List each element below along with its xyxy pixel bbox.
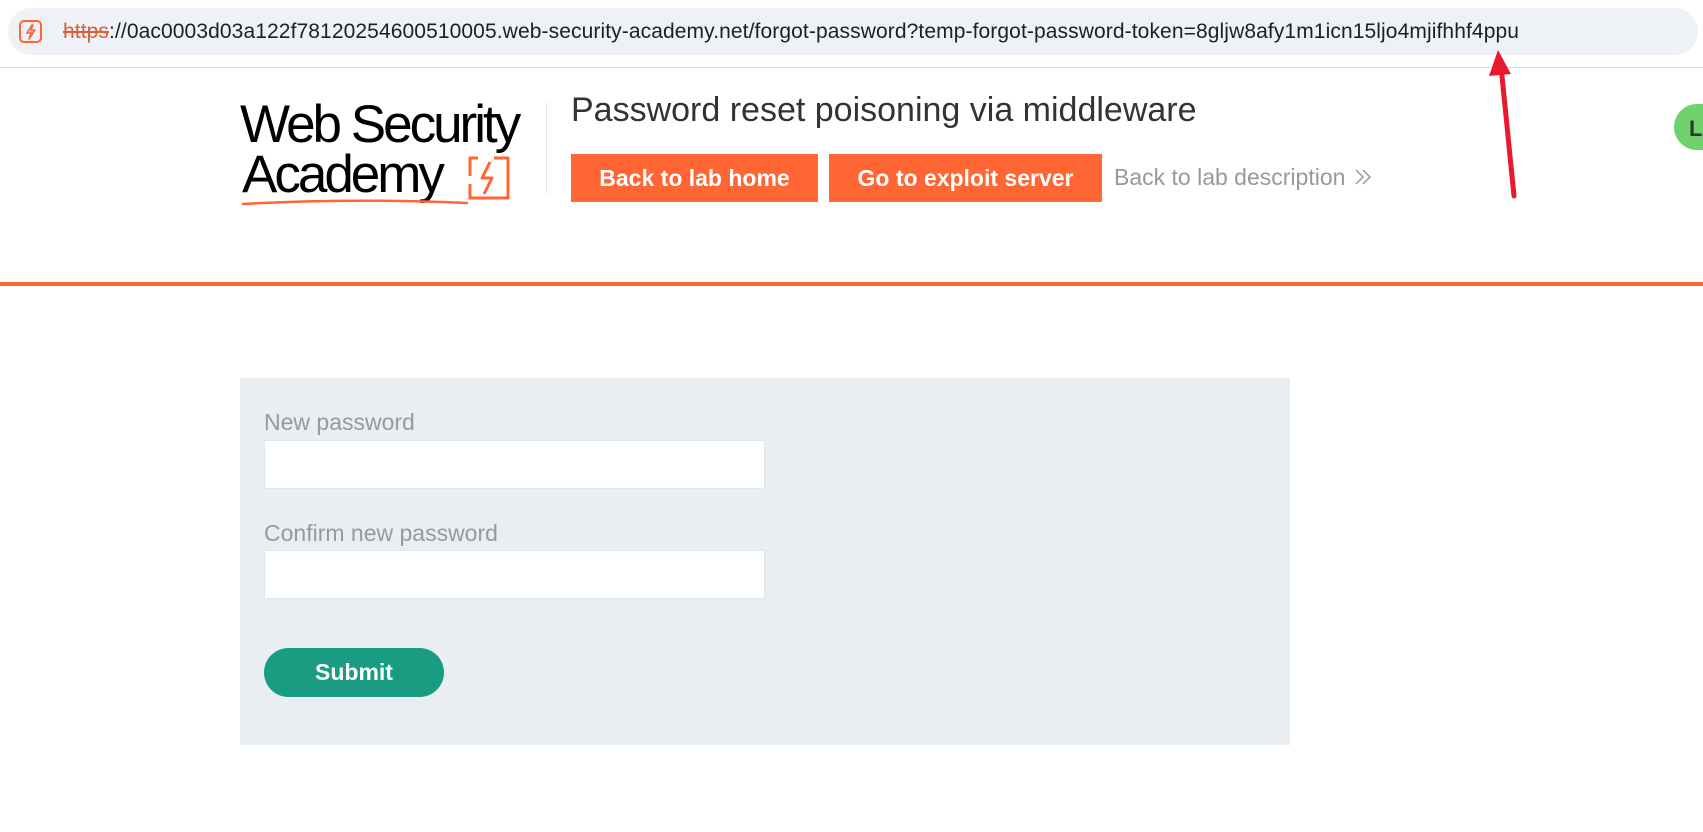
header-divider: [546, 102, 547, 194]
url-text[interactable]: https://0ac0003d03a122f78120254600510005…: [63, 20, 1519, 44]
logo-underline: [241, 199, 469, 206]
url-scheme: https: [63, 20, 110, 43]
double-chevron-right-icon: [1355, 169, 1372, 185]
go-to-exploit-server-button[interactable]: Go to exploit server: [829, 154, 1102, 202]
lightning-square-icon[interactable]: [19, 20, 42, 43]
browser-address-bar: https://0ac0003d03a122f78120254600510005…: [0, 0, 1703, 68]
confirm-password-input[interactable]: [264, 550, 765, 599]
confirm-password-label: Confirm new password: [264, 520, 498, 546]
header-rule: [0, 282, 1703, 286]
submit-button[interactable]: Submit: [264, 648, 444, 697]
new-password-label: New password: [264, 409, 415, 435]
logo-lightning-icon: [468, 156, 510, 200]
back-to-lab-home-button[interactable]: Back to lab home: [571, 154, 818, 202]
logo-line-1: Web Security: [240, 95, 521, 154]
new-password-input[interactable]: [264, 440, 765, 489]
lab-status-text: LA: [1689, 116, 1703, 141]
url-rest: ://0ac0003d03a122f78120254600510005.web-…: [109, 20, 1520, 43]
lab-title: Password reset poisoning via middleware: [571, 91, 1197, 129]
logo-line-2: Academy: [242, 145, 445, 204]
lab-description-label: Back to lab description: [1114, 164, 1346, 190]
lab-status-badge: LA: [1674, 104, 1703, 150]
annotation-arrow: [1489, 50, 1517, 199]
back-to-lab-description-link[interactable]: Back to lab description: [1114, 164, 1373, 191]
